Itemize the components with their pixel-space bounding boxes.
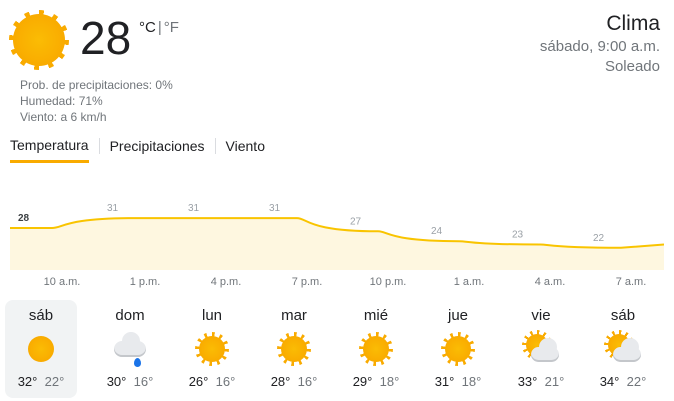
- unit-separator: |: [157, 19, 162, 36]
- day-temps: 28° 16°: [258, 374, 330, 389]
- data-label: 31: [107, 203, 119, 214]
- day-name: lun: [201, 307, 223, 324]
- data-label: 31: [188, 203, 200, 214]
- x-tick-label: 10 p.m.: [369, 276, 407, 288]
- tab-precipitaciones[interactable]: Precipitaciones: [110, 138, 205, 163]
- tab-divider: [98, 138, 100, 154]
- wind: Viento: a 6 km/h: [20, 110, 107, 124]
- day-temps: 31° 18°: [422, 374, 494, 389]
- day-card-0[interactable]: sáb 32° 22°: [5, 300, 77, 398]
- date-time: sábado, 9:00 a.m.: [539, 38, 660, 55]
- day-temps: 32° 22°: [5, 374, 77, 389]
- day-name: dom: [115, 307, 145, 324]
- data-label: 28: [18, 213, 30, 224]
- temperature-chart: 28 31 31 31 27 24 23 22: [10, 203, 664, 270]
- day-card-1[interactable]: dom 30° 16°: [94, 300, 166, 398]
- low-temp: 18°: [379, 374, 400, 389]
- sun-icon: [359, 332, 393, 366]
- low-temp: 16°: [133, 374, 154, 389]
- partly-cloudy-icon: [522, 330, 559, 365]
- x-tick-label: 1 p.m.: [129, 276, 161, 288]
- sun-icon: [441, 332, 475, 366]
- low-temp: 22°: [44, 374, 65, 389]
- precipitation-probability: Prob. de precipitaciones: 0%: [20, 78, 173, 92]
- current-temperature: 28: [80, 12, 132, 64]
- sun-icon: [24, 332, 58, 366]
- day-name: mar: [281, 307, 307, 324]
- day-temps: 30° 16°: [94, 374, 166, 389]
- sun-icon: [195, 332, 229, 366]
- day-name: vie: [531, 307, 551, 324]
- tab-bar: Temperatura Precipitaciones Viento: [10, 137, 265, 163]
- x-tick-label: 4 a.m.: [534, 276, 566, 288]
- data-label: 24: [431, 226, 443, 237]
- data-label: 27: [350, 216, 362, 227]
- tab-divider: [214, 138, 216, 154]
- high-temp: 28°: [270, 374, 291, 389]
- day-temps: 26° 16°: [176, 374, 248, 389]
- data-label: 22: [593, 233, 605, 244]
- high-temp: 29°: [352, 374, 373, 389]
- day-card-7[interactable]: sáb 34° 22°: [587, 300, 659, 398]
- data-label: 23: [512, 230, 524, 241]
- x-tick-label: 1 a.m.: [453, 276, 485, 288]
- x-tick-label: 4 p.m.: [210, 276, 242, 288]
- low-temp: 16°: [297, 374, 318, 389]
- tab-temperatura[interactable]: Temperatura: [10, 137, 89, 163]
- humidity: Humedad: 71%: [20, 94, 103, 108]
- day-name: sáb: [28, 307, 54, 324]
- condition: Soleado: [604, 58, 660, 75]
- rain-icon: [114, 332, 146, 367]
- x-tick-label: 10 a.m.: [43, 276, 81, 288]
- chart-area: [10, 218, 664, 270]
- day-temps: 34° 22°: [587, 374, 659, 389]
- low-temp: 16°: [215, 374, 236, 389]
- day-name: mié: [363, 307, 389, 324]
- day-name: jue: [447, 307, 469, 324]
- sun-icon: [9, 10, 69, 70]
- high-temp: 33°: [517, 374, 538, 389]
- unit-celsius[interactable]: °C: [139, 19, 156, 36]
- high-temp: 26°: [188, 374, 209, 389]
- low-temp: 18°: [461, 374, 482, 389]
- day-card-6[interactable]: vie 33° 21°: [505, 300, 577, 398]
- high-temp: 34°: [599, 374, 620, 389]
- low-temp: 21°: [544, 374, 565, 389]
- sun-icon: [277, 332, 311, 366]
- high-temp: 32°: [17, 374, 38, 389]
- day-card-2[interactable]: lun 26° 16°: [176, 300, 248, 398]
- day-card-4[interactable]: mié 29° 18°: [340, 300, 412, 398]
- low-temp: 22°: [626, 374, 647, 389]
- day-temps: 29° 18°: [340, 374, 412, 389]
- unit-toggle: °C | °F: [139, 19, 179, 36]
- day-temps: 33° 21°: [505, 374, 577, 389]
- x-tick-label: 7 p.m.: [291, 276, 323, 288]
- tab-viento[interactable]: Viento: [226, 138, 265, 163]
- data-label: 31: [269, 203, 281, 214]
- day-card-3[interactable]: mar 28° 16°: [258, 300, 330, 398]
- partly-cloudy-icon: [604, 330, 641, 365]
- unit-fahrenheit[interactable]: °F: [164, 19, 179, 36]
- page-title: Clima: [606, 12, 660, 35]
- x-tick-label: 7 a.m.: [615, 276, 647, 288]
- day-name: sáb: [610, 307, 636, 324]
- high-temp: 31°: [434, 374, 455, 389]
- high-temp: 30°: [106, 374, 127, 389]
- day-card-5[interactable]: jue 31° 18°: [422, 300, 494, 398]
